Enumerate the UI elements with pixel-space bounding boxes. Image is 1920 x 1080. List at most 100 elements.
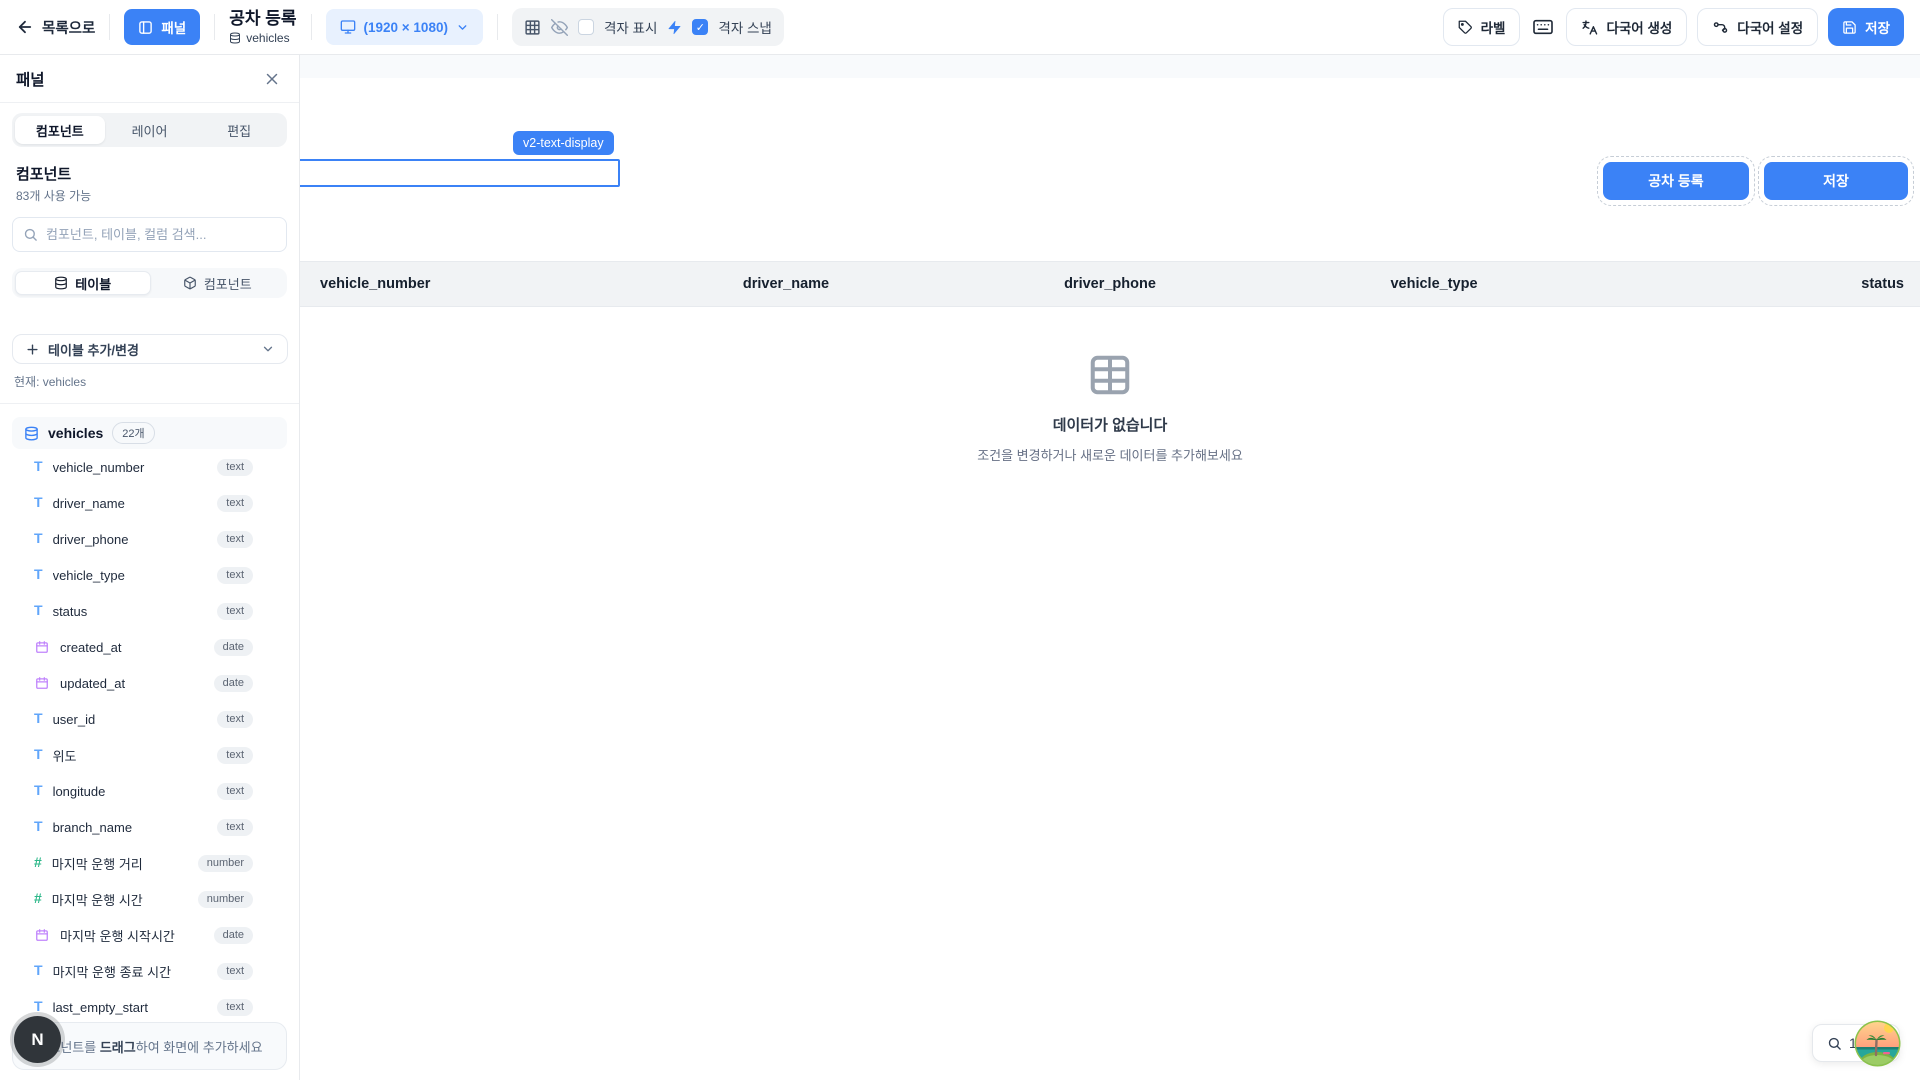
label-button[interactable]: 라벨	[1443, 8, 1521, 46]
panel-toggle-button[interactable]: 패널	[124, 9, 200, 45]
grid-snap-checkbox[interactable]: ✓	[692, 19, 708, 35]
back-to-list-button[interactable]: 목록으로	[16, 17, 95, 38]
field-row[interactable]: T driver_name text	[12, 485, 287, 521]
field-list: vehicles 22개 T vehicle_number text T dri…	[12, 417, 287, 1025]
field-type-badge: date	[214, 927, 253, 944]
column-header-driver_phone: driver_phone	[948, 276, 1272, 292]
save-button[interactable]: 저장	[1828, 8, 1904, 46]
grid-show-checkbox[interactable]	[578, 19, 594, 35]
field-row[interactable]: T longitude text	[12, 773, 287, 809]
grid-tools-group: 격자 표시 ✓ 격자 스냅	[512, 8, 784, 46]
i18n-settings-button[interactable]: 다국어 설정	[1697, 8, 1818, 46]
grid-icon[interactable]	[524, 19, 541, 36]
table-subtitle: vehicles	[246, 31, 289, 45]
field-row[interactable]: updated_at date	[12, 665, 287, 701]
eye-off-icon[interactable]	[551, 19, 568, 36]
field-type-badge: text	[217, 711, 253, 728]
component-search[interactable]	[12, 217, 287, 252]
selected-component-tag: v2-text-display	[513, 131, 614, 155]
tab-edit[interactable]: 편집	[194, 116, 284, 144]
field-row[interactable]: T branch_name text	[12, 809, 287, 845]
text-field-icon: T	[34, 710, 43, 728]
topbar: 목록으로 패널 공차 등록 vehicles (1920 × 1080)	[0, 0, 1920, 55]
editor-canvas[interactable]: v2-text-display 공차 등록 저장 vehicle_numberd…	[300, 55, 1920, 1080]
chevron-down-icon	[261, 342, 275, 356]
field-name: status	[53, 604, 208, 619]
field-row[interactable]: created_at date	[12, 629, 287, 665]
field-row[interactable]: T vehicle_number text	[12, 449, 287, 485]
island-theme-icon[interactable]	[1853, 1019, 1902, 1068]
page-title: 공차 등록	[229, 9, 296, 29]
tab-components[interactable]: 컴포넌트	[15, 116, 105, 144]
field-name: 마지막 운행 시작시간	[60, 926, 204, 945]
field-type-badge: text	[217, 783, 253, 800]
i18n-generate-button[interactable]: 다국어 생성	[1566, 8, 1687, 46]
lightning-icon[interactable]	[667, 20, 682, 35]
field-name: 마지막 운행 종료 시간	[53, 962, 208, 981]
toggle-components[interactable]: 컴포넌트	[151, 271, 285, 295]
text-field-icon: T	[34, 998, 43, 1016]
text-field-icon: T	[34, 494, 43, 512]
date-field-icon	[34, 928, 50, 942]
field-name: user_id	[53, 712, 208, 727]
arrow-left-icon	[16, 18, 34, 36]
field-type-badge: text	[217, 747, 253, 764]
divider	[0, 403, 299, 404]
resolution-selector[interactable]: (1920 × 1080)	[326, 9, 483, 45]
canvas-table-header-row[interactable]: vehicle_numberdriver_namedriver_phoneveh…	[300, 261, 1920, 307]
divider	[497, 14, 498, 40]
field-name: last_empty_start	[53, 1000, 208, 1015]
magnifier-icon	[1827, 1036, 1842, 1051]
component-search-input[interactable]	[46, 227, 276, 242]
date-field-icon	[34, 640, 50, 654]
field-name: branch_name	[53, 820, 208, 835]
text-field-icon: T	[34, 962, 43, 980]
toggle-tables[interactable]: 테이블	[15, 271, 151, 295]
field-row[interactable]: T last_empty_start text	[12, 989, 287, 1025]
field-type-badge: text	[217, 999, 253, 1016]
selected-text-display-component[interactable]	[300, 159, 620, 187]
field-row[interactable]: 마지막 운행 시작시간 date	[12, 917, 287, 953]
field-row[interactable]: T 마지막 운행 종료 시간 text	[12, 953, 287, 989]
empty-state-subtitle: 조건을 변경하거나 새로운 데이터를 추가해보세요	[977, 445, 1243, 464]
table-name: vehicles	[48, 425, 103, 441]
field-row[interactable]: # 마지막 운행 거리 number	[12, 845, 287, 881]
add-change-table-button[interactable]: 테이블 추가/변경	[12, 334, 288, 364]
canvas-save-button[interactable]: 저장	[1764, 162, 1908, 200]
grid-show-label: 격자 표시	[604, 17, 657, 37]
number-field-icon: #	[34, 854, 42, 872]
panel-close-button[interactable]	[261, 68, 283, 90]
divider	[311, 14, 312, 40]
field-type-badge: text	[217, 459, 253, 476]
text-field-icon: T	[34, 746, 43, 764]
source-toggle: 테이블 컴포넌트	[12, 268, 287, 298]
components-panel: 패널 컴포넌트 레이어 편집 컴포넌트 83개 사용 가능 테이블	[0, 55, 300, 1080]
field-type-badge: text	[217, 567, 253, 584]
column-header-status: status	[1596, 276, 1920, 292]
database-icon	[54, 276, 68, 290]
divider	[109, 14, 110, 40]
notification-avatar-button[interactable]: N	[14, 1016, 61, 1063]
field-row[interactable]: T user_id text	[12, 701, 287, 737]
tab-layers[interactable]: 레이어	[105, 116, 195, 144]
route-icon	[1712, 19, 1729, 36]
field-name: vehicle_type	[53, 568, 208, 583]
date-field-icon	[34, 676, 50, 690]
field-row[interactable]: T driver_phone text	[12, 521, 287, 557]
field-type-badge: date	[214, 675, 253, 692]
empty-state-title: 데이터가 없습니다	[1053, 414, 1168, 435]
canvas-register-button[interactable]: 공차 등록	[1603, 162, 1749, 200]
save-floppy-icon	[1842, 20, 1857, 35]
package-icon	[183, 276, 197, 290]
field-row[interactable]: T 위도 text	[12, 737, 287, 773]
keyboard-shortcuts-button[interactable]	[1530, 16, 1556, 38]
table-row-vehicles[interactable]: vehicles 22개	[12, 417, 287, 449]
canvas-page	[300, 78, 1920, 1080]
field-name: longitude	[53, 784, 208, 799]
text-field-icon: T	[34, 782, 43, 800]
field-row[interactable]: # 마지막 운행 시간 number	[12, 881, 287, 917]
field-name: 위도	[53, 746, 208, 765]
field-row[interactable]: T status text	[12, 593, 287, 629]
field-row[interactable]: T vehicle_type text	[12, 557, 287, 593]
field-type-badge: text	[217, 963, 253, 980]
